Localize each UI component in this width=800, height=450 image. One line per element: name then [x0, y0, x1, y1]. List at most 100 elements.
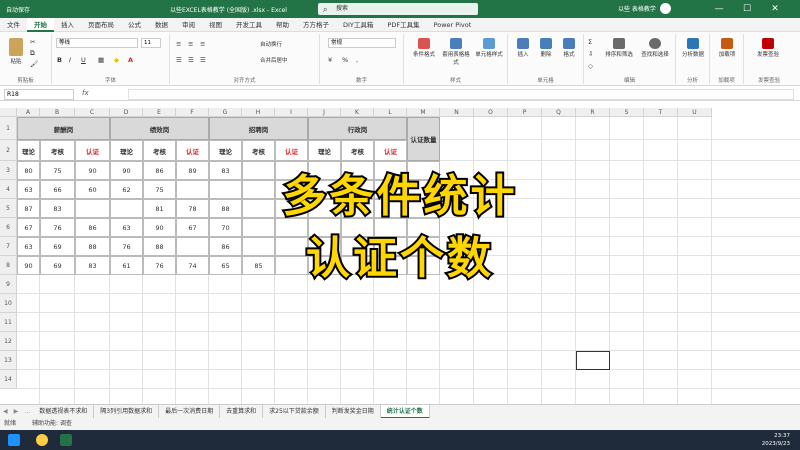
- column-header[interactable]: L: [374, 108, 407, 117]
- maximize-button[interactable]: ☐: [736, 2, 758, 16]
- align-left-icon[interactable]: ☰: [176, 56, 182, 64]
- row-header[interactable]: 1: [0, 117, 17, 140]
- select-all-corner[interactable]: [0, 108, 17, 117]
- count-header[interactable]: 认证数量: [407, 117, 440, 161]
- subheader-cell[interactable]: 认证: [275, 140, 308, 161]
- search-box[interactable]: ⌕ 搜索: [318, 3, 478, 15]
- format-cells-button[interactable]: 格式: [558, 38, 580, 58]
- group-header[interactable]: 薪酬岗: [17, 117, 110, 140]
- font-color-icon[interactable]: A: [128, 56, 133, 64]
- italic-button[interactable]: I: [69, 56, 71, 64]
- sheet-tab[interactable]: 最后一次消费日期: [159, 404, 221, 419]
- column-header[interactable]: Q: [542, 108, 576, 117]
- function-icon[interactable]: fx: [82, 89, 89, 97]
- number-format-select[interactable]: 常规: [328, 38, 396, 48]
- tab-3[interactable]: 页面布局: [81, 18, 121, 32]
- align-middle-icon[interactable]: ≡: [188, 40, 193, 48]
- name-box[interactable]: R18: [4, 89, 74, 100]
- find-select-button[interactable]: 查找和选择: [638, 38, 672, 58]
- paste-button[interactable]: 粘贴: [6, 38, 26, 65]
- invoice-check-button[interactable]: 发票查验: [752, 38, 784, 58]
- tab-4[interactable]: 公式: [121, 18, 148, 32]
- accessibility-status[interactable]: 辅助功能: 调查: [32, 420, 72, 427]
- tab-11[interactable]: DIY工具箱: [336, 18, 380, 32]
- column-header[interactable]: D: [110, 108, 143, 117]
- conditional-format-button[interactable]: 条件格式: [408, 38, 440, 58]
- autosum-icon[interactable]: Σ: [588, 38, 592, 46]
- column-header[interactable]: N: [440, 108, 474, 117]
- column-header[interactable]: P: [508, 108, 542, 117]
- subheader-cell[interactable]: 理论: [209, 140, 242, 161]
- wrap-text-button[interactable]: 自动换行: [260, 40, 282, 48]
- avatar[interactable]: [660, 3, 671, 14]
- autosave-toggle[interactable]: 自动保存: [6, 5, 30, 14]
- clear-icon[interactable]: ◇: [588, 62, 593, 70]
- font-size-select[interactable]: 11: [141, 38, 161, 48]
- column-header[interactable]: M: [407, 108, 440, 117]
- row-header[interactable]: 2: [0, 140, 17, 161]
- merge-center-button[interactable]: 合并后居中: [260, 56, 288, 64]
- sheet-tab[interactable]: 去重算求和: [220, 404, 264, 419]
- tab-10[interactable]: 方方格子: [296, 18, 336, 32]
- sort-filter-button[interactable]: 排序和筛选: [602, 38, 636, 58]
- chrome-icon[interactable]: [36, 434, 48, 446]
- tab-2[interactable]: 插入: [54, 18, 81, 32]
- comma-icon[interactable]: ,: [356, 56, 358, 64]
- row-header[interactable]: 10: [0, 294, 17, 313]
- column-header[interactable]: S: [610, 108, 644, 117]
- fill-color-icon[interactable]: ◆: [114, 56, 119, 64]
- column-header[interactable]: I: [275, 108, 308, 117]
- subheader-cell[interactable]: 考核: [341, 140, 374, 161]
- currency-icon[interactable]: ¥: [328, 56, 332, 64]
- subheader-cell[interactable]: 认证: [176, 140, 209, 161]
- tab-13[interactable]: Power Pivot: [427, 18, 479, 32]
- column-header[interactable]: R: [576, 108, 610, 117]
- underline-button[interactable]: U: [81, 56, 86, 64]
- tab-0[interactable]: 文件: [0, 18, 27, 32]
- group-header[interactable]: 行政岗: [308, 117, 407, 140]
- subheader-cell[interactable]: 考核: [242, 140, 275, 161]
- align-bottom-icon[interactable]: ≡: [200, 40, 205, 48]
- sheet-next-icon[interactable]: ▶: [11, 405, 22, 419]
- sheet-tab[interactable]: 求25以下贷款余额: [263, 404, 326, 419]
- sheet-tab[interactable]: 数据透视表不求和: [33, 404, 95, 419]
- column-header[interactable]: F: [176, 108, 209, 117]
- subheader-cell[interactable]: 认证: [374, 140, 407, 161]
- close-button[interactable]: ✕: [764, 2, 786, 16]
- column-header[interactable]: H: [242, 108, 275, 117]
- column-header[interactable]: K: [341, 108, 374, 117]
- sheet-prev-icon[interactable]: ◀: [0, 405, 11, 419]
- subheader-cell[interactable]: 理论: [308, 140, 341, 161]
- sheet-tab[interactable]: 判断发奖金日期: [326, 404, 381, 419]
- tab-8[interactable]: 开发工具: [229, 18, 269, 32]
- align-center-icon[interactable]: ☰: [188, 56, 194, 64]
- user-name[interactable]: 以些 表格教学: [618, 4, 656, 13]
- analyze-data-button[interactable]: 分析数据: [680, 38, 706, 58]
- row-header[interactable]: 14: [0, 370, 17, 389]
- format-as-table-button[interactable]: 套用表格格式: [440, 38, 472, 66]
- insert-cells-button[interactable]: 插入: [512, 38, 534, 58]
- fill-icon[interactable]: ⇩: [588, 50, 593, 58]
- tab-5[interactable]: 数据: [148, 18, 175, 32]
- column-header[interactable]: U: [678, 108, 712, 117]
- column-header[interactable]: G: [209, 108, 242, 117]
- align-right-icon[interactable]: ☰: [200, 56, 206, 64]
- row-header[interactable]: 11: [0, 313, 17, 332]
- row-header[interactable]: 12: [0, 332, 17, 351]
- addins-button[interactable]: 加载项: [714, 38, 740, 58]
- format-painter-icon[interactable]: 🖌: [30, 60, 38, 68]
- excel-icon[interactable]: [60, 434, 72, 446]
- column-header[interactable]: O: [474, 108, 508, 117]
- minimize-button[interactable]: —: [708, 2, 730, 16]
- sheet-more-icon[interactable]: …: [21, 405, 33, 419]
- delete-cells-button[interactable]: 删除: [535, 38, 557, 58]
- subheader-cell[interactable]: 考核: [40, 140, 75, 161]
- group-header[interactable]: 招聘岗: [209, 117, 308, 140]
- column-header[interactable]: T: [644, 108, 678, 117]
- sheet-tab[interactable]: 统计认证个数: [380, 404, 430, 419]
- tab-9[interactable]: 帮助: [269, 18, 296, 32]
- cell-styles-button[interactable]: 单元格样式: [472, 38, 506, 58]
- column-header[interactable]: A: [17, 108, 40, 117]
- row-header[interactable]: 13: [0, 351, 17, 370]
- percent-icon[interactable]: %: [342, 56, 348, 64]
